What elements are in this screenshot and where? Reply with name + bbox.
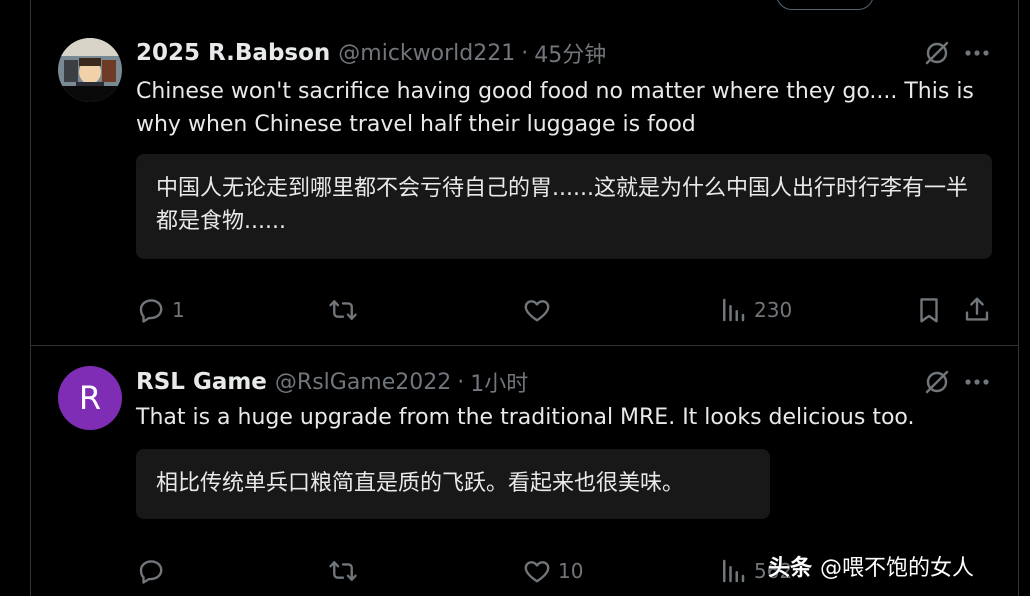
- handle[interactable]: @RslGame2022: [275, 370, 451, 395]
- header-actions: [924, 38, 990, 68]
- tweet-header: RSL Game @RslGame2022 · 1小时: [136, 367, 998, 397]
- views-icon: [723, 559, 745, 583]
- like-button[interactable]: [522, 292, 558, 328]
- views-button[interactable]: 230: [718, 292, 792, 328]
- retweet-button[interactable]: [328, 553, 364, 589]
- like-icon: [524, 561, 550, 583]
- reply-icon: [139, 560, 163, 584]
- timestamp[interactable]: 1小时: [470, 366, 528, 398]
- reply-icon: [139, 299, 163, 323]
- meta-separator: ·: [521, 40, 529, 66]
- retweet-button[interactable]: [328, 292, 364, 328]
- share-icon: [965, 297, 989, 321]
- display-name[interactable]: RSL Game: [136, 369, 267, 395]
- toutiao-watermark: 头条 @喂不饱的女人: [768, 548, 974, 584]
- watermark-account: @喂不饱的女人: [820, 556, 975, 581]
- bookmark-icon: [920, 298, 938, 323]
- more-icon[interactable]: [964, 49, 990, 57]
- retweet-icon: [329, 300, 357, 320]
- avatar-image: [58, 38, 122, 102]
- handle[interactable]: @mickworld221: [338, 41, 515, 66]
- avatar-letter: R: [78, 379, 102, 417]
- translation-box: 中国人无论走到哪里都不会亏待自己的胃......这就是为什么中国人出行时行李有一…: [136, 154, 992, 259]
- header-actions: [924, 367, 990, 397]
- tweet-text: That is a huge upgrade from the traditio…: [136, 405, 915, 430]
- meta-separator: ·: [457, 369, 465, 395]
- grok-icon[interactable]: [924, 369, 950, 395]
- retweet-icon: [329, 561, 357, 581]
- like-button[interactable]: 10: [522, 553, 583, 589]
- tweet-text: Chinese won't sacrifice having good food…: [136, 79, 974, 137]
- share-button[interactable]: [962, 292, 992, 328]
- watermark-brand: 头条: [768, 556, 813, 581]
- translation-box: 相比传统单兵口粮简直是质的飞跃。看起来也很美味。: [136, 449, 770, 519]
- reply-button[interactable]: 1: [136, 292, 185, 328]
- more-icon[interactable]: [964, 378, 990, 386]
- reply-count: 1: [172, 298, 185, 322]
- reply-button[interactable]: [136, 553, 172, 589]
- views-count: 230: [754, 298, 793, 322]
- display-name[interactable]: 2025 R.Babson: [136, 40, 330, 66]
- timestamp[interactable]: 45分钟: [534, 37, 606, 69]
- timeline-right-border: [1018, 0, 1019, 596]
- avatar[interactable]: [58, 38, 122, 102]
- tweet[interactable]: 2025 R.Babson @mickworld221 · 45分钟 Chine…: [31, 0, 1018, 345]
- bookmark-button[interactable]: [914, 292, 944, 328]
- action-bar: 1 230: [136, 292, 996, 328]
- views-icon: [723, 298, 745, 322]
- avatar[interactable]: R: [58, 366, 122, 430]
- tweet-header: 2025 R.Babson @mickworld221 · 45分钟: [136, 38, 998, 68]
- like-count: 10: [558, 559, 584, 583]
- like-icon: [524, 300, 550, 322]
- grok-icon[interactable]: [924, 40, 950, 66]
